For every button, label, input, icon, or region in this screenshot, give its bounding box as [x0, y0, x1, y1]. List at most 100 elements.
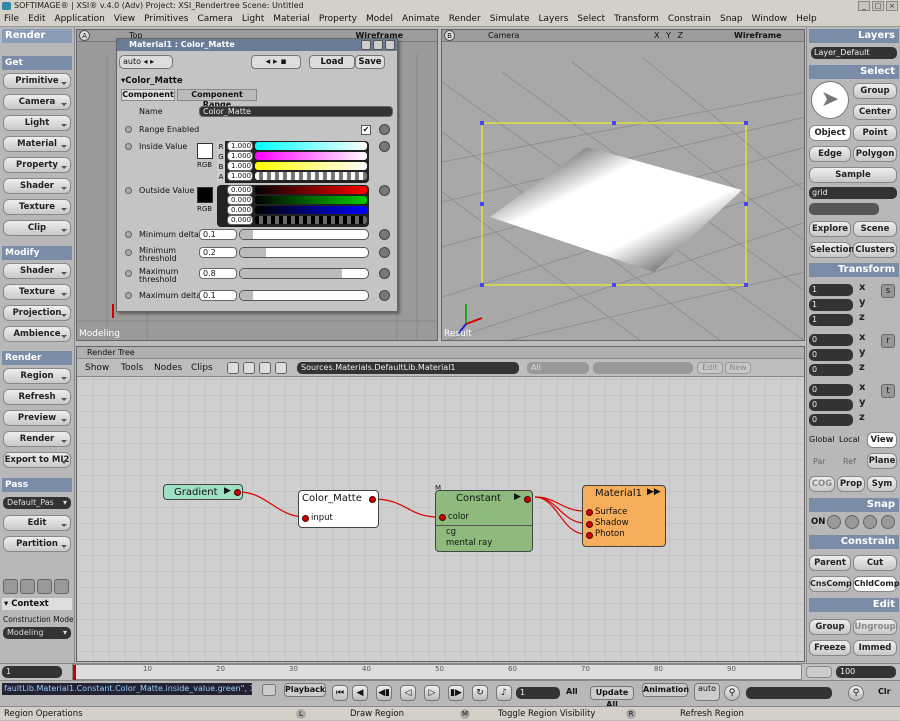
select-arrow-icon[interactable]: ➤: [811, 81, 849, 119]
modify-ambience-button[interactable]: Ambience: [3, 326, 71, 342]
pe-anim-icon[interactable]: [379, 141, 390, 152]
ref-local-button[interactable]: Local: [839, 435, 860, 444]
scale-z-field[interactable]: 1: [809, 314, 853, 326]
menu-application[interactable]: Application: [55, 14, 105, 24]
menu-model[interactable]: Model: [366, 14, 393, 24]
pe-max-delta-slider[interactable]: [239, 290, 369, 301]
selection-filter-field[interactable]: grid: [809, 187, 897, 199]
viewport-b-label[interactable]: B: [444, 30, 455, 41]
get-clip-button[interactable]: Clip: [3, 220, 71, 236]
get-texture-button[interactable]: Texture: [3, 199, 71, 215]
get-shader-button[interactable]: Shader: [3, 178, 71, 194]
node-input-port[interactable]: [439, 514, 446, 521]
pe-section-header[interactable]: ▾Color_Matte: [121, 76, 183, 86]
chldcomp-button[interactable]: ChldComp: [853, 576, 899, 592]
viewport-camera-mode[interactable]: Wireframe: [734, 30, 782, 42]
key-icon[interactable]: ⚲: [724, 685, 740, 701]
select-polygon-button[interactable]: Polygon: [853, 146, 897, 162]
pe-max-threshold-input[interactable]: 0.8: [199, 268, 237, 279]
export-mi2-button[interactable]: Export to MI2: [3, 452, 71, 468]
rotate-y-field[interactable]: 0: [809, 349, 853, 361]
outside-a-value[interactable]: 0.000: [227, 215, 253, 225]
timeline-start-field[interactable]: 1: [2, 666, 62, 678]
snap-curve-icon[interactable]: [845, 515, 859, 529]
pe-anim-icon[interactable]: [379, 185, 390, 196]
play-icon[interactable]: ▷: [424, 685, 440, 701]
node-expand-icon[interactable]: ▶: [224, 486, 231, 496]
node-output-port[interactable]: [524, 496, 531, 503]
selection-name-field[interactable]: [809, 203, 879, 215]
pe-anim-icon[interactable]: [379, 124, 390, 135]
pe-min-delta-slider[interactable]: [239, 229, 369, 240]
modify-texture-button[interactable]: Texture: [3, 284, 71, 300]
inside-g-value[interactable]: 1.000: [227, 151, 253, 161]
menu-snap[interactable]: Snap: [720, 14, 743, 24]
render-render-button[interactable]: Render: [3, 431, 71, 447]
modify-projection-button[interactable]: Projection: [3, 305, 71, 321]
viewport-camera[interactable]: B Camera X Y Z Wireframe Result: [441, 29, 805, 341]
property-editor-title[interactable]: Material1 : Color_Matte: [117, 39, 397, 51]
scene-button[interactable]: Scene: [853, 221, 897, 237]
pass-edit-button[interactable]: Edit: [3, 515, 71, 531]
freeze-button[interactable]: Freeze: [809, 640, 851, 656]
maximize-button[interactable]: □: [872, 1, 884, 11]
selection-button[interactable]: Selection: [809, 242, 854, 258]
pe-close-icon[interactable]: [385, 40, 395, 50]
menu-render[interactable]: Render: [449, 14, 481, 24]
animation-button[interactable]: Animation: [642, 683, 689, 697]
prop-button[interactable]: Prop: [837, 476, 865, 492]
sym-button[interactable]: Sym: [867, 476, 897, 492]
next-frame-icon[interactable]: ▮▶: [448, 685, 464, 701]
close-button[interactable]: ×: [886, 1, 898, 11]
scale-y-field[interactable]: 1: [809, 299, 853, 311]
outside-g-slider[interactable]: [255, 196, 367, 204]
outside-g-value[interactable]: 0.000: [227, 195, 253, 205]
playback-button[interactable]: Playback: [284, 683, 326, 697]
scale-x-field[interactable]: 1: [809, 284, 853, 296]
clusters-button[interactable]: Clusters: [853, 242, 897, 258]
timeline-playhead[interactable]: [73, 665, 76, 680]
get-material-button[interactable]: Material: [3, 136, 71, 152]
pe-help-icon[interactable]: [361, 40, 371, 50]
audio-icon[interactable]: ♪: [496, 685, 512, 701]
node-gradient[interactable]: Gradient ▶: [163, 484, 243, 500]
translate-z-field[interactable]: 0: [809, 414, 853, 426]
select-sample-button[interactable]: Sample: [809, 167, 897, 183]
get-light-button[interactable]: Light: [3, 115, 71, 131]
rotate-z-field[interactable]: 0: [809, 364, 853, 376]
outside-r-value[interactable]: 0.000: [227, 185, 253, 195]
auto-key-button[interactable]: auto: [694, 683, 720, 701]
update-all-button[interactable]: Update All: [590, 686, 634, 709]
cog-button[interactable]: COG: [809, 476, 835, 492]
node-expand-icon[interactable]: ▶▶: [647, 487, 661, 497]
translate-icon[interactable]: t: [881, 384, 895, 398]
select-center-button[interactable]: Center: [853, 104, 897, 120]
inside-b-value[interactable]: 1.000: [227, 161, 253, 171]
menu-help[interactable]: Help: [796, 14, 817, 24]
timeline-end-field[interactable]: 100: [836, 666, 896, 678]
snap-on-toggle[interactable]: ON: [811, 517, 825, 527]
menu-edit[interactable]: Edit: [28, 14, 45, 24]
layer-dropdown[interactable]: Layer_Default: [811, 47, 897, 59]
timeline-range-icon[interactable]: [806, 666, 832, 678]
inside-g-slider[interactable]: [255, 152, 367, 160]
viewport-axes[interactable]: X Y Z: [654, 30, 685, 42]
pe-min-threshold-input[interactable]: 0.2: [199, 247, 237, 258]
ref-global-button[interactable]: Global: [809, 435, 835, 444]
group-button[interactable]: Group: [809, 619, 851, 635]
menu-layers[interactable]: Layers: [539, 14, 569, 24]
pe-outside-color-swatch[interactable]: [197, 187, 213, 203]
modify-shader-button[interactable]: Shader: [3, 263, 71, 279]
inside-a-value[interactable]: 1.000: [227, 171, 253, 181]
menu-light[interactable]: Light: [242, 14, 264, 24]
menu-view[interactable]: View: [114, 14, 135, 24]
timeline-ruler[interactable]: 10 20 30 40 50 60 70 80 90: [72, 664, 802, 680]
rotate-icon[interactable]: r: [881, 334, 895, 348]
pe-max-delta-input[interactable]: 0.1: [199, 290, 237, 301]
scale-icon[interactable]: s: [881, 284, 895, 298]
menu-file[interactable]: File: [4, 14, 19, 24]
translate-x-field[interactable]: 0: [809, 384, 853, 396]
pe-name-input[interactable]: Color_Matte: [199, 106, 393, 117]
scissors-icon[interactable]: [20, 579, 35, 594]
tab-component-range[interactable]: Component Range: [177, 89, 257, 109]
